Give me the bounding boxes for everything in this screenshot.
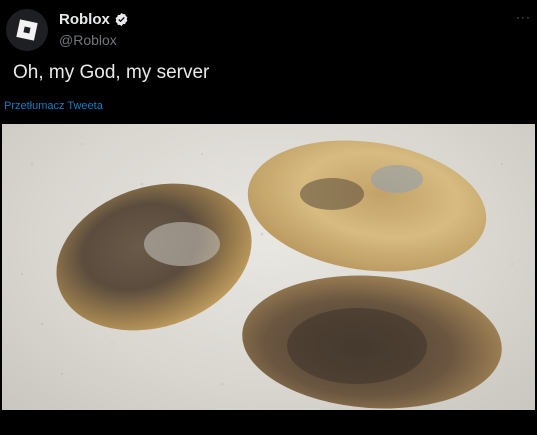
more-options-icon[interactable]: ··· [516, 10, 531, 24]
avatar[interactable] [6, 9, 48, 51]
potatoes-illustration [20, 140, 514, 409]
author-name-row: Roblox [59, 11, 129, 28]
tweet: Roblox @Roblox ··· Oh, my God, my server… [0, 0, 537, 435]
verified-badge-icon [115, 12, 128, 27]
bottom-bar [0, 410, 537, 435]
author-handle[interactable]: @Roblox [59, 32, 117, 48]
roblox-logo-icon [16, 19, 38, 41]
tweet-text: Oh, my God, my server [13, 62, 210, 83]
translate-tweet-link[interactable]: Przetłumacz Tweeta [4, 100, 103, 112]
display-name[interactable]: Roblox [59, 11, 110, 28]
tweet-media-image[interactable] [2, 124, 535, 410]
